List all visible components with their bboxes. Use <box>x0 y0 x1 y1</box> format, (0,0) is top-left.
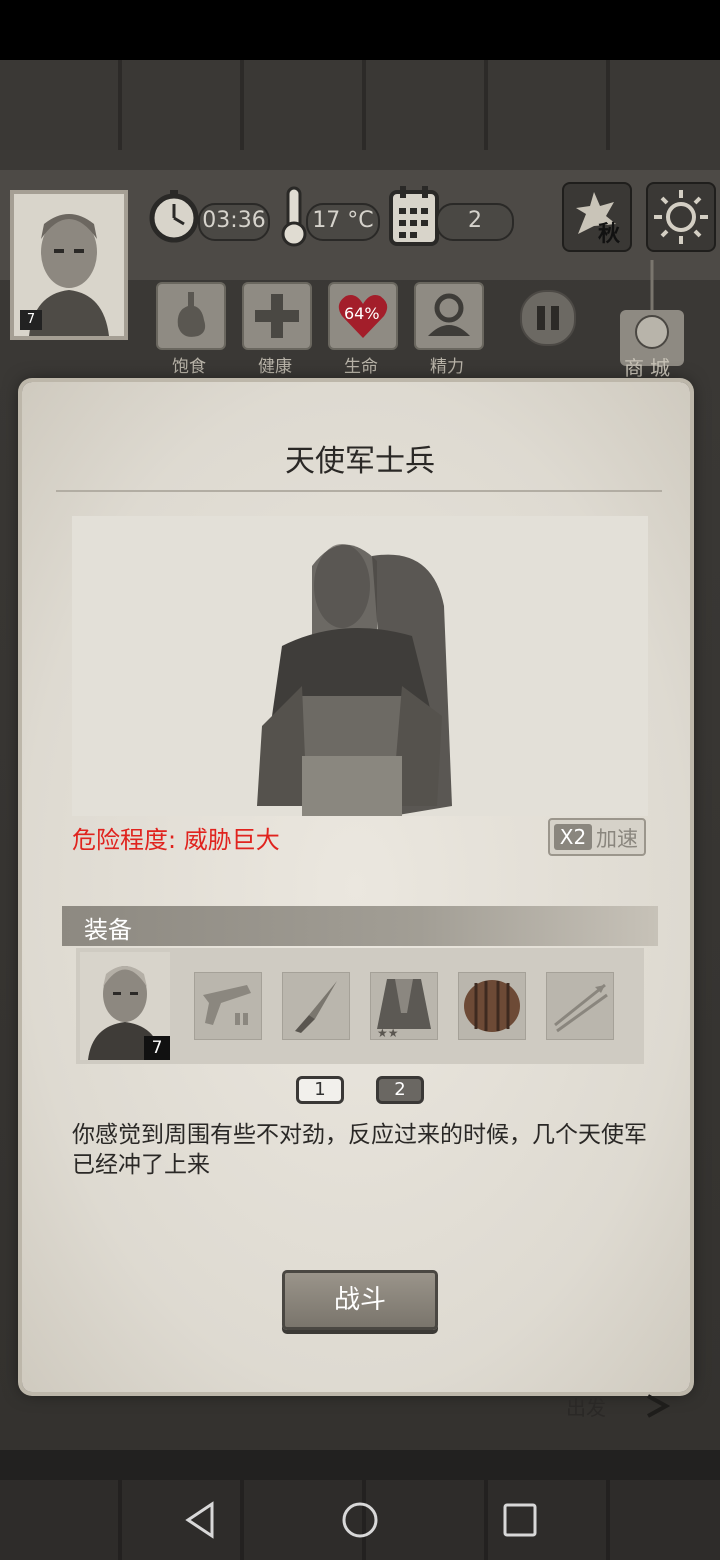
depart-label: 出发 <box>566 1396 606 1420</box>
time-display: 03:36 <box>198 203 270 241</box>
flintlock-pistol-icon <box>203 985 251 1025</box>
speed-label: 加速 <box>596 827 638 851</box>
danger-level-text: 危险程度: 威胁巨大 <box>72 826 280 854</box>
cloak-icon: ★★ <box>377 979 431 1040</box>
wooden-shield-icon <box>464 980 520 1032</box>
season-label: 秋 <box>598 222 621 247</box>
player-portrait[interactable]: 7 <box>10 190 128 340</box>
wood-planks-top <box>0 60 720 150</box>
status-bar <box>0 0 720 60</box>
back-nav-icon[interactable] <box>182 1500 222 1540</box>
maple-leaf-icon <box>576 192 616 234</box>
stat-hunger[interactable] <box>156 282 226 350</box>
equipment-slot-knife[interactable] <box>282 972 350 1040</box>
arrow-right-icon <box>647 1394 670 1418</box>
stat-energy-label: 精力 <box>430 357 464 377</box>
recents-nav-icon[interactable] <box>500 1500 540 1540</box>
stat-energy[interactable] <box>414 282 484 350</box>
equipment-header: 装备 <box>84 916 132 944</box>
wood-planks-bottom <box>0 1450 720 1480</box>
arrows-icon <box>554 983 608 1033</box>
fight-button[interactable]: 战斗 <box>282 1270 438 1330</box>
knife-icon <box>295 981 337 1033</box>
enemy-title: 天使军士兵 <box>285 444 435 479</box>
person-icon <box>428 293 470 336</box>
pause-button[interactable] <box>520 290 576 346</box>
pause-icon <box>537 306 559 330</box>
settings-button[interactable] <box>646 182 716 252</box>
speed-multiplier: X2 <box>554 824 592 850</box>
sun-icon <box>654 190 708 244</box>
medical-cross-icon <box>255 294 299 338</box>
stomach-icon <box>177 292 206 337</box>
svg-text:★★: ★★ <box>377 1026 399 1039</box>
stat-life-label: 生命 <box>344 357 378 377</box>
stat-hunger-label: 饱食 <box>172 357 206 377</box>
stopwatch-icon <box>149 190 199 243</box>
home-nav-icon[interactable] <box>340 1500 380 1540</box>
equipment-slot-cloak[interactable]: ★★ <box>370 972 438 1040</box>
enemy-level-badge: 7 <box>144 1036 170 1060</box>
hooded-soldier-icon <box>257 544 452 816</box>
speed-x2-button[interactable]: X2 加速 <box>548 818 646 856</box>
title-divider <box>56 490 662 492</box>
day-display: 2 <box>436 203 514 241</box>
player-level-badge: 7 <box>20 310 42 330</box>
equipment-slot-arrows[interactable] <box>546 972 614 1040</box>
stat-health-label: 健康 <box>258 357 292 377</box>
page-button-2[interactable]: 2 <box>376 1076 424 1104</box>
equipment-slot-shield[interactable] <box>458 972 526 1040</box>
equipment-slot-pistol[interactable] <box>194 972 262 1040</box>
calendar-icon <box>389 186 439 246</box>
stat-life[interactable]: 64% <box>328 282 398 350</box>
life-percent: 64% <box>344 304 380 323</box>
equipment-header-bar <box>62 906 658 946</box>
temperature-display: 17 °C <box>306 203 380 241</box>
stat-health[interactable] <box>242 282 312 350</box>
page-button-1[interactable]: 1 <box>296 1076 344 1104</box>
season-button[interactable]: 秋 <box>562 182 632 252</box>
shop-label[interactable]: 商城 <box>624 352 676 381</box>
encounter-description: 你感觉到周围有些不对劲，反应过来的时候，几个天使军已经冲了上来 <box>72 1122 647 1178</box>
enemy-illustration <box>72 516 648 816</box>
